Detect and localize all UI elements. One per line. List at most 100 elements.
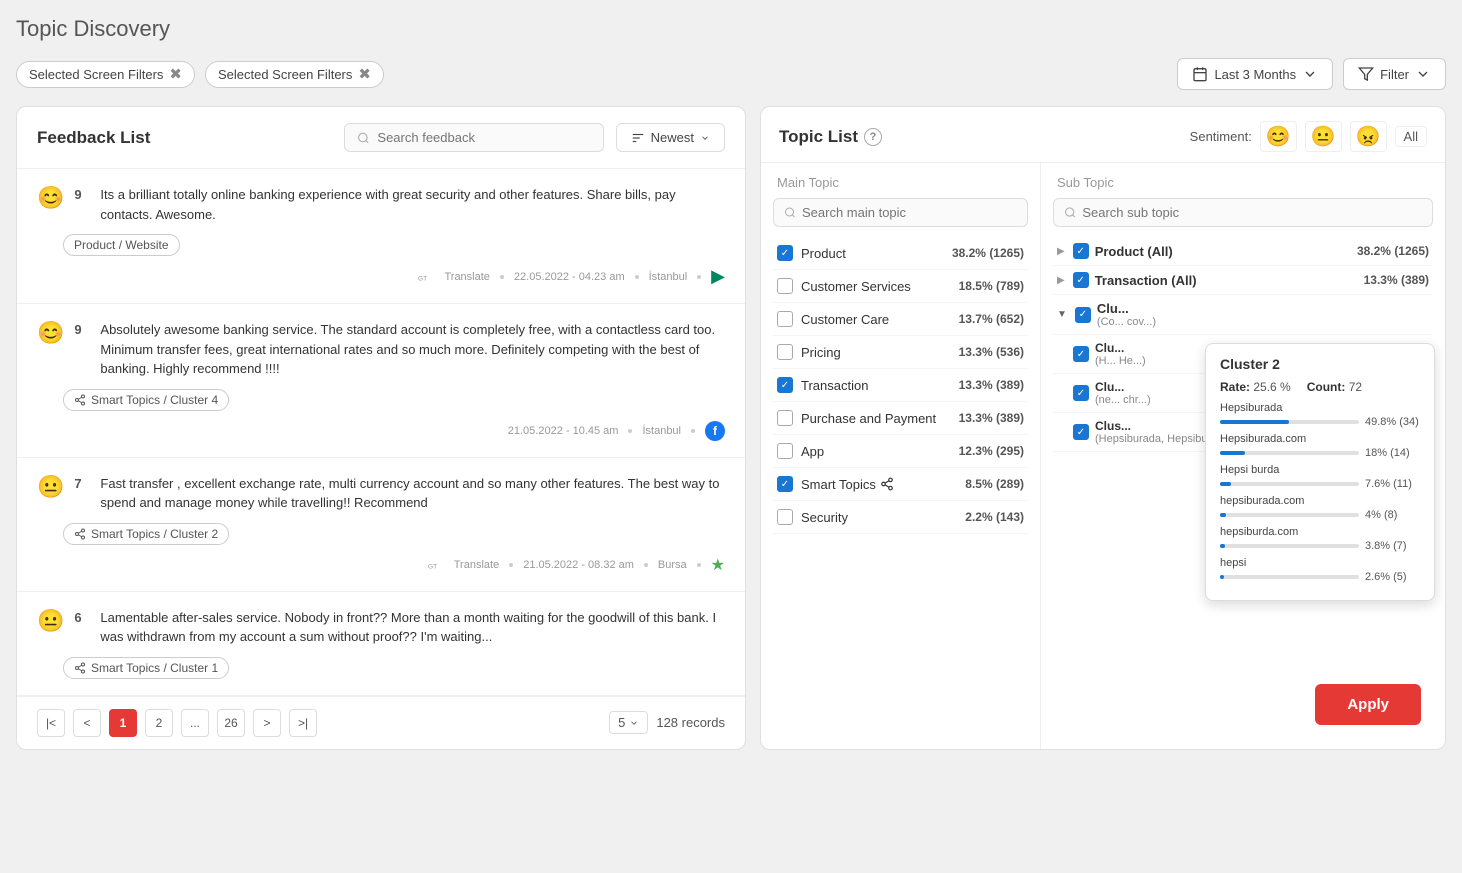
apply-button[interactable]: Apply [1315, 684, 1421, 725]
sentiment-neutral-button[interactable]: 😐 [1305, 121, 1342, 152]
topic-checkbox[interactable] [777, 344, 793, 360]
topic-item[interactable]: Transaction 13.3% (389) [773, 369, 1028, 402]
sub-topic-item[interactable]: ▼ Clu...(Co... cov...) [1053, 295, 1433, 335]
svg-text:GT: GT [418, 275, 427, 282]
topic-item[interactable]: Smart Topics 8.5% (289) [773, 468, 1028, 501]
cluster-icon [74, 528, 86, 540]
main-topic-search-input[interactable] [802, 205, 1017, 220]
sub-topic-search-input[interactable] [1082, 205, 1422, 220]
sub-topic-search[interactable] [1053, 198, 1433, 227]
topic-stat: 2.2% (143) [965, 510, 1024, 524]
filter-chip-2[interactable]: Selected Screen Filters ✖ [205, 61, 384, 88]
topic-stat: 12.3% (295) [959, 444, 1024, 458]
sentiment-all-button[interactable]: All [1395, 126, 1427, 147]
topic-item[interactable]: Customer Services 18.5% (789) [773, 270, 1028, 303]
sub-topic-checkbox[interactable] [1073, 346, 1089, 362]
feedback-footer: |< < 1 2 ... 26 > >| 5 128 records [17, 696, 745, 749]
sub-topic-checkbox[interactable] [1073, 385, 1089, 401]
search-icon [1064, 206, 1076, 219]
topic-help-icon[interactable]: ? [864, 128, 882, 146]
sub-topic-label: Sub Topic [1053, 175, 1433, 190]
date-filter-button[interactable]: Last 3 Months [1177, 58, 1333, 90]
main-topic-label: Main Topic [773, 175, 1028, 190]
cluster-bar-hepsi: hepsi 2.6% (5) [1220, 557, 1420, 583]
feedback-item: 😐 7 Fast transfer , excellent exchange r… [17, 458, 745, 592]
filter-chip-1-close[interactable]: ✖ [169, 67, 182, 82]
star-icon: ★ [711, 555, 725, 575]
sentiment-positive-button[interactable]: 😊 [1260, 121, 1297, 152]
top-bar: Selected Screen Filters ✖ Selected Scree… [16, 58, 1446, 90]
sentiment-negative-button[interactable]: 😠 [1350, 121, 1387, 152]
feedback-list: 😊 9 Its a brilliant totally online banki… [17, 169, 745, 696]
feedback-tag[interactable]: Smart Topics / Cluster 2 [63, 523, 229, 545]
first-page-button[interactable]: |< [37, 709, 65, 737]
topic-checkbox[interactable] [777, 509, 793, 525]
topic-item[interactable]: Purchase and Payment 13.3% (389) [773, 402, 1028, 435]
sentiment-controls: Sentiment: 😊 😐 😠 All [1190, 121, 1427, 152]
next-page-button[interactable]: > [253, 709, 281, 737]
topic-checkbox[interactable] [777, 377, 793, 393]
topic-checkbox[interactable] [777, 476, 793, 492]
expand-icon: ▶ [1057, 246, 1065, 257]
per-page-value: 5 [618, 715, 625, 730]
last-page-button[interactable]: >| [289, 709, 317, 737]
sub-topic-item[interactable]: ▶ Product (All) 38.2% (1265) [1053, 237, 1433, 266]
sub-topic-checkbox[interactable] [1073, 272, 1089, 288]
filter-button[interactable]: Filter [1343, 58, 1446, 90]
feedback-search-box[interactable] [344, 123, 604, 152]
cluster-bar-hepsiburada: Hepsiburada 49.8% (34) [1220, 402, 1420, 428]
topic-item[interactable]: Customer Care 13.7% (652) [773, 303, 1028, 336]
meta-dot [697, 563, 701, 567]
feedback-emoji: 😐 [37, 608, 64, 634]
meta-location: Bursa [658, 559, 687, 571]
meta-dot [644, 563, 648, 567]
feedback-search-input[interactable] [377, 130, 590, 145]
total-records: 128 records [656, 715, 725, 730]
feedback-text: Its a brilliant totally online banking e… [100, 185, 725, 224]
page-1-button[interactable]: 1 [109, 709, 137, 737]
feedback-tag[interactable]: Smart Topics / Cluster 1 [63, 657, 229, 679]
feedback-item: 😐 6 Lamentable after-sales service. Nobo… [17, 592, 745, 696]
filter-chips: Selected Screen Filters ✖ Selected Scree… [16, 61, 384, 88]
topic-item[interactable]: Product 38.2% (1265) [773, 237, 1028, 270]
meta-translate: Translate [444, 271, 489, 283]
page-26-button[interactable]: 26 [217, 709, 245, 737]
meta-dot [635, 275, 639, 279]
topic-stat: 18.5% (789) [959, 279, 1024, 293]
sub-topic-checkbox[interactable] [1073, 243, 1089, 259]
filter-chip-2-close[interactable]: ✖ [358, 67, 371, 82]
topic-item[interactable]: Security 2.2% (143) [773, 501, 1028, 534]
topic-title: Topic List ? [779, 127, 882, 147]
meta-location: İstanbul [649, 271, 688, 283]
meta-date: 21.05.2022 - 10.45 am [508, 425, 619, 437]
topic-checkbox[interactable] [777, 245, 793, 261]
topic-checkbox[interactable] [777, 278, 793, 294]
filter-chip-1[interactable]: Selected Screen Filters ✖ [16, 61, 195, 88]
sub-topic-checkbox[interactable] [1075, 307, 1091, 323]
sub-topic-checkbox[interactable] [1073, 424, 1089, 440]
meta-dot [500, 275, 504, 279]
filter-icon [1358, 66, 1374, 82]
feedback-item-top: 😊 9 Its a brilliant totally online banki… [37, 185, 725, 224]
topic-checkbox[interactable] [777, 443, 793, 459]
feedback-meta: GT Translate 21.05.2022 - 08.32 am Bursa… [37, 555, 725, 575]
smart-topics-icon [880, 477, 894, 491]
main-topic-column: Main Topic Product 38.2% (1265) Customer… [761, 163, 1041, 749]
sub-topic-item[interactable]: ▶ Transaction (All) 13.3% (389) [1053, 266, 1433, 295]
main-topic-search[interactable] [773, 198, 1028, 227]
topic-item[interactable]: Pricing 13.3% (536) [773, 336, 1028, 369]
per-page-selector[interactable]: 5 [609, 711, 648, 734]
topic-checkbox[interactable] [777, 410, 793, 426]
prev-page-button[interactable]: < [73, 709, 101, 737]
topic-checkbox[interactable] [777, 311, 793, 327]
sort-button[interactable]: Newest [616, 123, 725, 152]
topic-stat: 13.7% (652) [959, 312, 1024, 326]
feedback-meta: 21.05.2022 - 10.45 am İstanbul f [37, 421, 725, 441]
meta-translate: Translate [454, 559, 499, 571]
feedback-tag[interactable]: Product / Website [63, 234, 180, 256]
page-2-button[interactable]: 2 [145, 709, 173, 737]
topic-item[interactable]: App 12.3% (295) [773, 435, 1028, 468]
cluster-tooltip: Cluster 2 Rate: 25.6 % Count: 72 Hepsibu… [1205, 343, 1435, 601]
feedback-tag[interactable]: Smart Topics / Cluster 4 [63, 389, 229, 411]
topic-name: Purchase and Payment [801, 411, 951, 426]
